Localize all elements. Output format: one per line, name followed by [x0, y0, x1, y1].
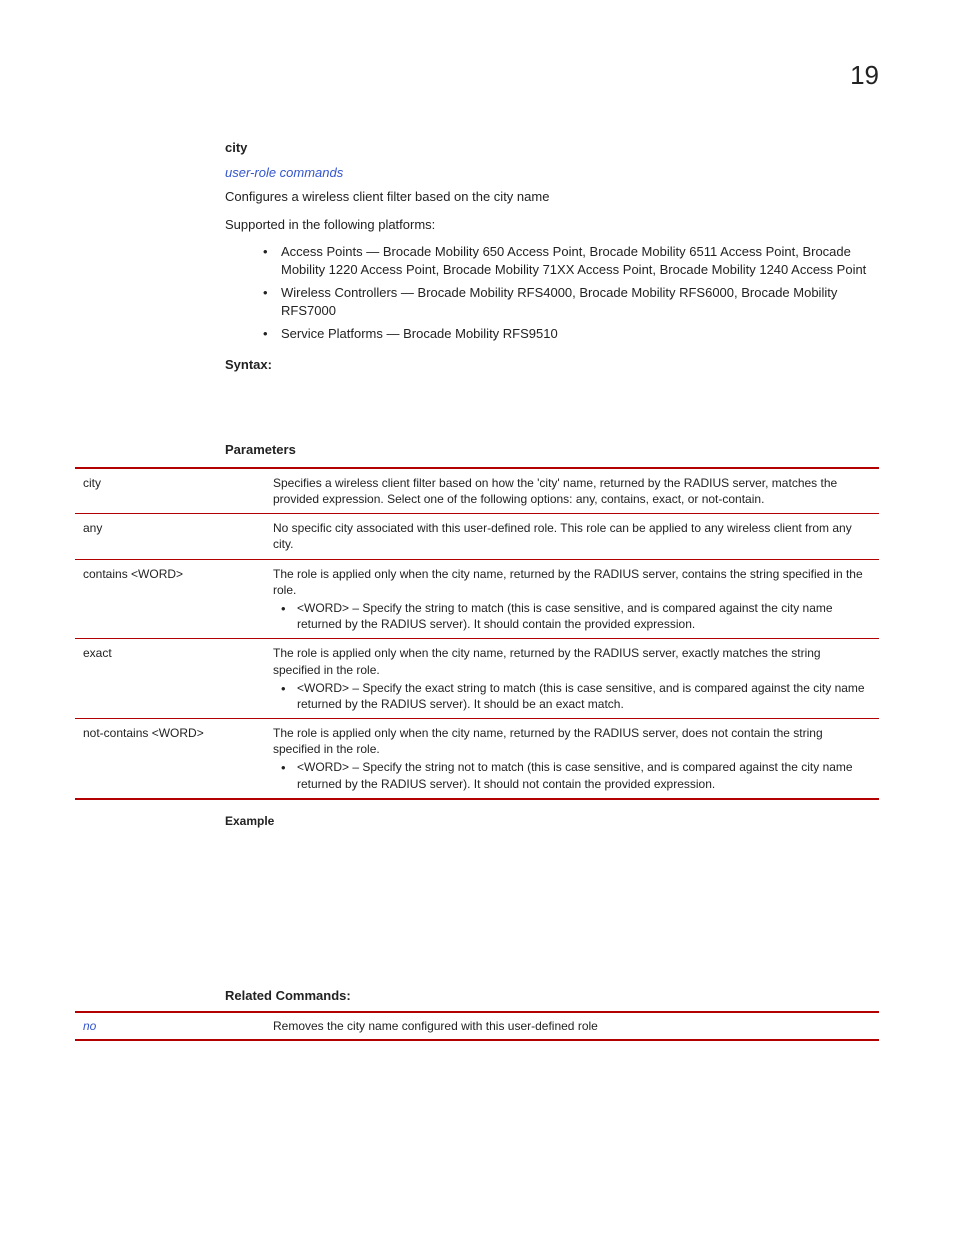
param-desc: Specifies a wireless client filter based… [265, 468, 879, 514]
list-item: Access Points — Brocade Mobility 650 Acc… [263, 243, 879, 278]
page-number: 19 [850, 60, 879, 91]
param-text: The role is applied only when the city n… [273, 567, 863, 597]
related-desc: Removes the city name configured with th… [265, 1012, 879, 1040]
command-description: Configures a wireless client filter base… [225, 188, 879, 206]
supported-label: Supported in the following platforms: [225, 216, 879, 234]
param-text: The role is applied only when the city n… [273, 646, 821, 676]
table-row: contains <WORD> The role is applied only… [75, 559, 879, 639]
related-key: no [75, 1012, 265, 1040]
table-row: not-contains <WORD> The role is applied … [75, 719, 879, 799]
list-item: <WORD> – Specify the string not to match… [273, 759, 871, 791]
related-commands-heading: Related Commands: [225, 988, 879, 1003]
list-item: Service Platforms — Brocade Mobility RFS… [263, 325, 879, 343]
user-role-commands-link[interactable]: user-role commands [225, 165, 879, 180]
param-sublist: <WORD> – Specify the string not to match… [273, 759, 871, 791]
list-item: <WORD> – Specify the exact string to mat… [273, 680, 871, 712]
param-key: exact [75, 639, 265, 719]
param-sublist: <WORD> – Specify the exact string to mat… [273, 680, 871, 712]
syntax-heading: Syntax: [225, 357, 879, 372]
table-row: no Removes the city name configured with… [75, 1012, 879, 1040]
param-key: contains <WORD> [75, 559, 265, 639]
supported-platforms-list: Access Points — Brocade Mobility 650 Acc… [263, 243, 879, 343]
table-row: any No specific city associated with thi… [75, 514, 879, 559]
table-row: exact The role is applied only when the … [75, 639, 879, 719]
param-key: city [75, 468, 265, 514]
parameters-heading: Parameters [225, 442, 879, 457]
list-item: Wireless Controllers — Brocade Mobility … [263, 284, 879, 319]
param-sublist: <WORD> – Specify the string to match (th… [273, 600, 871, 632]
example-heading: Example [225, 814, 879, 828]
command-name: city [225, 140, 879, 155]
param-desc: No specific city associated with this us… [265, 514, 879, 559]
page-content: city user-role commands Configures a wir… [225, 140, 879, 1041]
table-row: city Specifies a wireless client filter … [75, 468, 879, 514]
param-desc: The role is applied only when the city n… [265, 719, 879, 799]
no-command-link[interactable]: no [83, 1019, 96, 1033]
param-desc: The role is applied only when the city n… [265, 639, 879, 719]
param-desc: The role is applied only when the city n… [265, 559, 879, 639]
parameters-table: city Specifies a wireless client filter … [75, 467, 879, 800]
param-key: not-contains <WORD> [75, 719, 265, 799]
list-item: <WORD> – Specify the string to match (th… [273, 600, 871, 632]
param-key: any [75, 514, 265, 559]
related-commands-table: no Removes the city name configured with… [75, 1011, 879, 1041]
param-text: The role is applied only when the city n… [273, 726, 823, 756]
